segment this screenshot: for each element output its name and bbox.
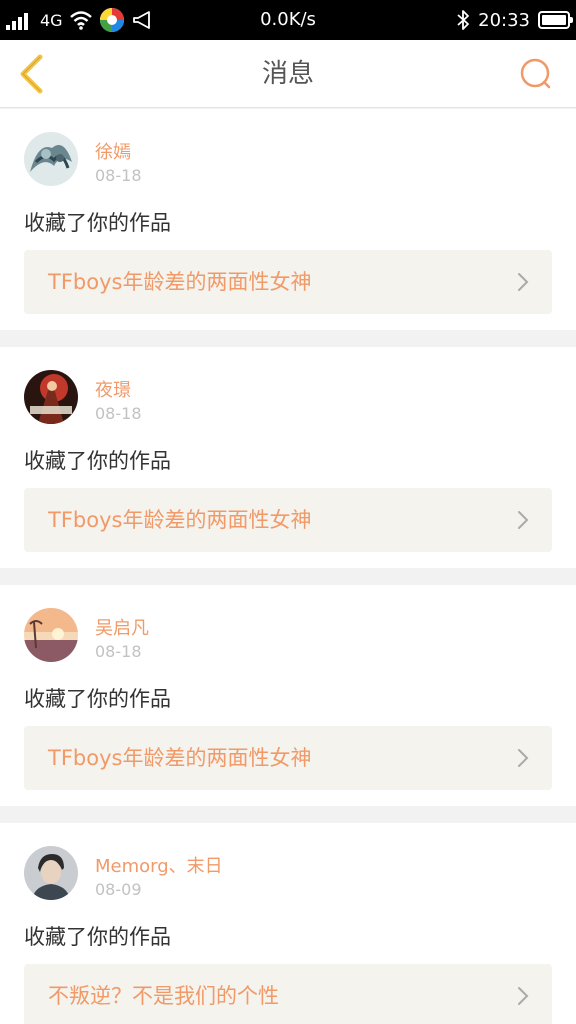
chevron-right-icon <box>518 987 529 1005</box>
avatar-2 <box>24 370 78 424</box>
status-right: 20:33 <box>456 0 573 40</box>
search-button[interactable] <box>516 54 556 94</box>
action-text: 收藏了你的作品 <box>24 211 171 235</box>
avatar[interactable] <box>24 370 78 424</box>
work-title: TFboys年龄差的两面性女神 <box>48 270 312 294</box>
message-list: 徐嫣 08-18 收藏了你的作品 TFboys年龄差的两面性女神 夜璟 08-1… <box>0 109 576 1024</box>
message-date: 08-18 <box>95 404 142 423</box>
work-link[interactable]: 不叛逆？不是我们的个性 <box>24 964 552 1024</box>
message-card: 吴启凡 08-18 收藏了你的作品 TFboys年龄差的两面性女神 <box>0 585 576 806</box>
message-card: Memorg、末日 08-09 收藏了你的作品 不叛逆？不是我们的个性 <box>0 823 576 1024</box>
work-title: TFboys年龄差的两面性女神 <box>48 746 312 770</box>
username[interactable]: Memorg、末日 <box>95 852 223 878</box>
username[interactable]: 徐嫣 <box>95 138 131 164</box>
clock: 20:33 <box>478 9 530 31</box>
message-date: 08-18 <box>95 166 142 185</box>
avatar-3 <box>24 608 78 662</box>
avatar-1 <box>24 132 78 186</box>
username[interactable]: 夜璟 <box>95 376 131 402</box>
work-link[interactable]: TFboys年龄差的两面性女神 <box>24 250 552 314</box>
work-title: TFboys年龄差的两面性女神 <box>48 508 312 532</box>
action-text: 收藏了你的作品 <box>24 687 171 711</box>
work-link[interactable]: TFboys年龄差的两面性女神 <box>24 726 552 790</box>
chevron-right-icon <box>518 749 529 767</box>
work-link[interactable]: TFboys年龄差的两面性女神 <box>24 488 552 552</box>
avatar-4 <box>24 846 78 900</box>
message-date: 08-18 <box>95 642 142 661</box>
avatar[interactable] <box>24 132 78 186</box>
bluetooth-icon <box>457 10 470 30</box>
search-icon <box>520 58 551 89</box>
avatar[interactable] <box>24 608 78 662</box>
action-text: 收藏了你的作品 <box>24 449 171 473</box>
nav-bar: 消息 <box>0 40 576 108</box>
chevron-right-icon <box>518 273 529 291</box>
page-title: 消息 <box>261 59 314 89</box>
chevron-right-icon <box>518 511 529 529</box>
username[interactable]: 吴启凡 <box>95 614 149 640</box>
avatar[interactable] <box>24 846 78 900</box>
message-card: 夜璟 08-18 收藏了你的作品 TFboys年龄差的两面性女神 <box>0 347 576 568</box>
message-card: 徐嫣 08-18 收藏了你的作品 TFboys年龄差的两面性女神 <box>0 109 576 330</box>
battery-icon <box>538 11 573 29</box>
status-bar: 4G 0.0K/s 20:33 <box>0 0 576 40</box>
work-title: 不叛逆？不是我们的个性 <box>48 984 279 1008</box>
message-date: 08-09 <box>95 880 142 899</box>
action-text: 收藏了你的作品 <box>24 925 171 949</box>
